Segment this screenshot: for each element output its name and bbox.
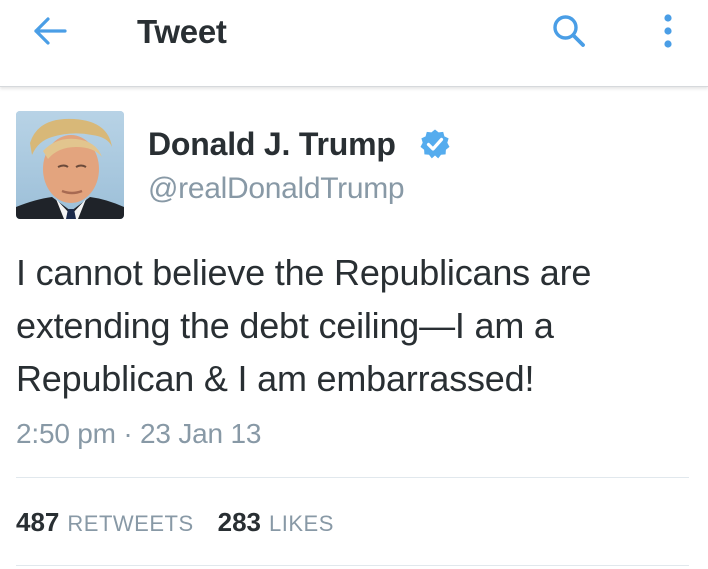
top-app-bar: Tweet (0, 0, 708, 87)
more-options-button[interactable] (648, 10, 688, 56)
more-vertical-icon (662, 13, 674, 54)
tweet-detail-screen: Tweet Donald J. Trump @realDonaldTrump I… (0, 0, 708, 569)
arrow-left-icon (32, 16, 68, 51)
retweets-count: 487 (16, 507, 60, 537)
likes-count: 283 (217, 507, 262, 537)
page-title: Tweet (137, 13, 227, 50)
profile-photo (16, 111, 124, 219)
back-button[interactable] (22, 12, 78, 54)
tweet-stats: 487 RETWEETS 283 LIKES (16, 507, 358, 541)
likes-label: LIKES (269, 511, 334, 536)
author-name[interactable]: Donald J. Trump (148, 124, 396, 164)
likes-stat[interactable]: 283 LIKES (218, 507, 334, 538)
author-handle[interactable]: @realDonaldTrump (148, 170, 405, 208)
divider-top (16, 477, 689, 478)
verified-badge-icon (419, 128, 451, 160)
retweets-stat[interactable]: 487 RETWEETS (16, 507, 194, 538)
search-button[interactable] (546, 10, 592, 56)
tweet-timestamp: 2:50 pm · 23 Jan 13 (16, 418, 262, 449)
avatar[interactable] (16, 111, 124, 219)
search-icon (551, 13, 587, 54)
retweets-label: RETWEETS (67, 511, 194, 536)
divider-bottom (16, 565, 689, 566)
tweet-text: I cannot believe the Republicans are ext… (16, 252, 592, 399)
